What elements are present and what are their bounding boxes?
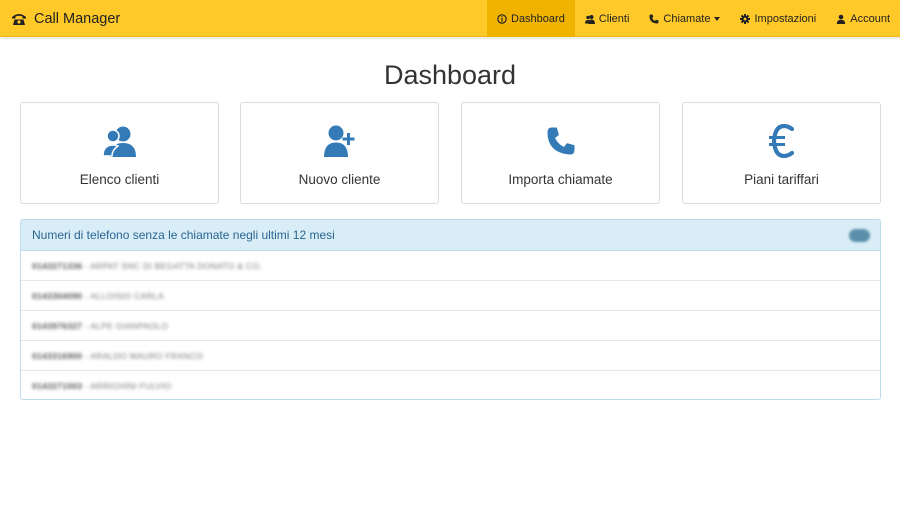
telephone-icon	[12, 13, 26, 25]
phone-icon	[649, 14, 659, 23]
phone-number: 0143271003	[32, 381, 83, 391]
list-item[interactable]: 0143271003 - ARRIGHINI FULVIO	[21, 371, 880, 399]
users-icon	[584, 14, 595, 24]
tile-elenco-clienti[interactable]: Elenco clienti	[20, 102, 219, 204]
phone-number: 0143271336	[32, 260, 83, 271]
client-name: ARPAT SNC DI BEGATTA DONATO & CO.	[90, 260, 263, 271]
nav-impostazioni-label: Impostazioni	[754, 12, 817, 25]
tile-elenco-clienti-label: Elenco clienti	[79, 172, 160, 187]
nav-account-label: Account	[850, 12, 890, 25]
nav-impostazioni[interactable]: Impostazioni	[730, 0, 826, 37]
client-name: ARRIGHINI FULVIO	[90, 381, 172, 391]
add-user-icon	[323, 125, 354, 157]
nav-dashboard[interactable]: Dashboard	[487, 0, 575, 37]
main-nav: Dashboard Clienti Chiamate Impostazioni …	[487, 0, 900, 37]
phone-number: 0143316900	[32, 350, 83, 361]
nav-account[interactable]: Account	[826, 0, 900, 37]
tile-piani-tariffari[interactable]: Piani tariffari	[682, 102, 881, 204]
panel-heading: Numeri di telefono senza le chiamate neg…	[21, 220, 880, 251]
tile-importa-chiamate-label: Importa chiamate	[508, 172, 613, 187]
users-icon	[101, 126, 136, 157]
inactive-numbers-panel: Numeri di telefono senza le chiamate neg…	[20, 219, 881, 400]
tile-piani-tariffari-label: Piani tariffari	[744, 172, 819, 187]
list-item[interactable]: 0143271336 - ARPAT SNC DI BEGATTA DONATO…	[21, 251, 880, 281]
list-item[interactable]: 0143976327 - ALPE GIANPAOLO	[21, 311, 880, 341]
brand-title: Call Manager	[34, 10, 121, 27]
nav-dashboard-label: Dashboard	[511, 12, 565, 25]
count-badge	[849, 229, 870, 242]
client-name: ARALDO MAURO FRANCO	[90, 350, 204, 361]
info-circle-icon	[497, 13, 507, 24]
nav-chiamate-dropdown[interactable]: Chiamate	[639, 0, 730, 37]
dashboard-tiles: Elenco clienti Nuovo cliente Importa chi…	[20, 102, 881, 204]
nav-clienti-label: Clienti	[598, 12, 630, 25]
client-name: ALPE GIANPAOLO	[90, 320, 169, 331]
list-item[interactable]: 0143304090 - ALLOISIO CARLA	[21, 281, 880, 311]
nav-chiamate-label: Chiamate	[663, 12, 711, 25]
page-title: Dashboard	[383, 60, 517, 90]
brand-link[interactable]: Call Manager	[0, 0, 120, 37]
euro-icon	[768, 124, 794, 158]
user-icon	[837, 14, 846, 24]
tile-nuovo-cliente-label: Nuovo cliente	[298, 172, 381, 187]
gear-icon	[740, 13, 751, 24]
list-item[interactable]: 0143316900 - ARALDO MAURO FRANCO	[21, 341, 880, 371]
phone-icon	[547, 127, 574, 155]
panel-title: Numeri di telefono senza le chiamate neg…	[32, 228, 335, 242]
client-name: ALLOISIO CARLA	[90, 290, 164, 301]
phone-number: 0143304090	[32, 290, 83, 301]
tile-nuovo-cliente[interactable]: Nuovo cliente	[240, 102, 439, 204]
nav-clienti[interactable]: Clienti	[575, 0, 640, 37]
top-navbar: Call Manager Dashboard Clienti Chiamate …	[0, 0, 900, 37]
phone-number: 0143976327	[32, 320, 83, 331]
tile-importa-chiamate[interactable]: Importa chiamate	[461, 102, 660, 204]
chevron-down-icon	[714, 16, 721, 21]
